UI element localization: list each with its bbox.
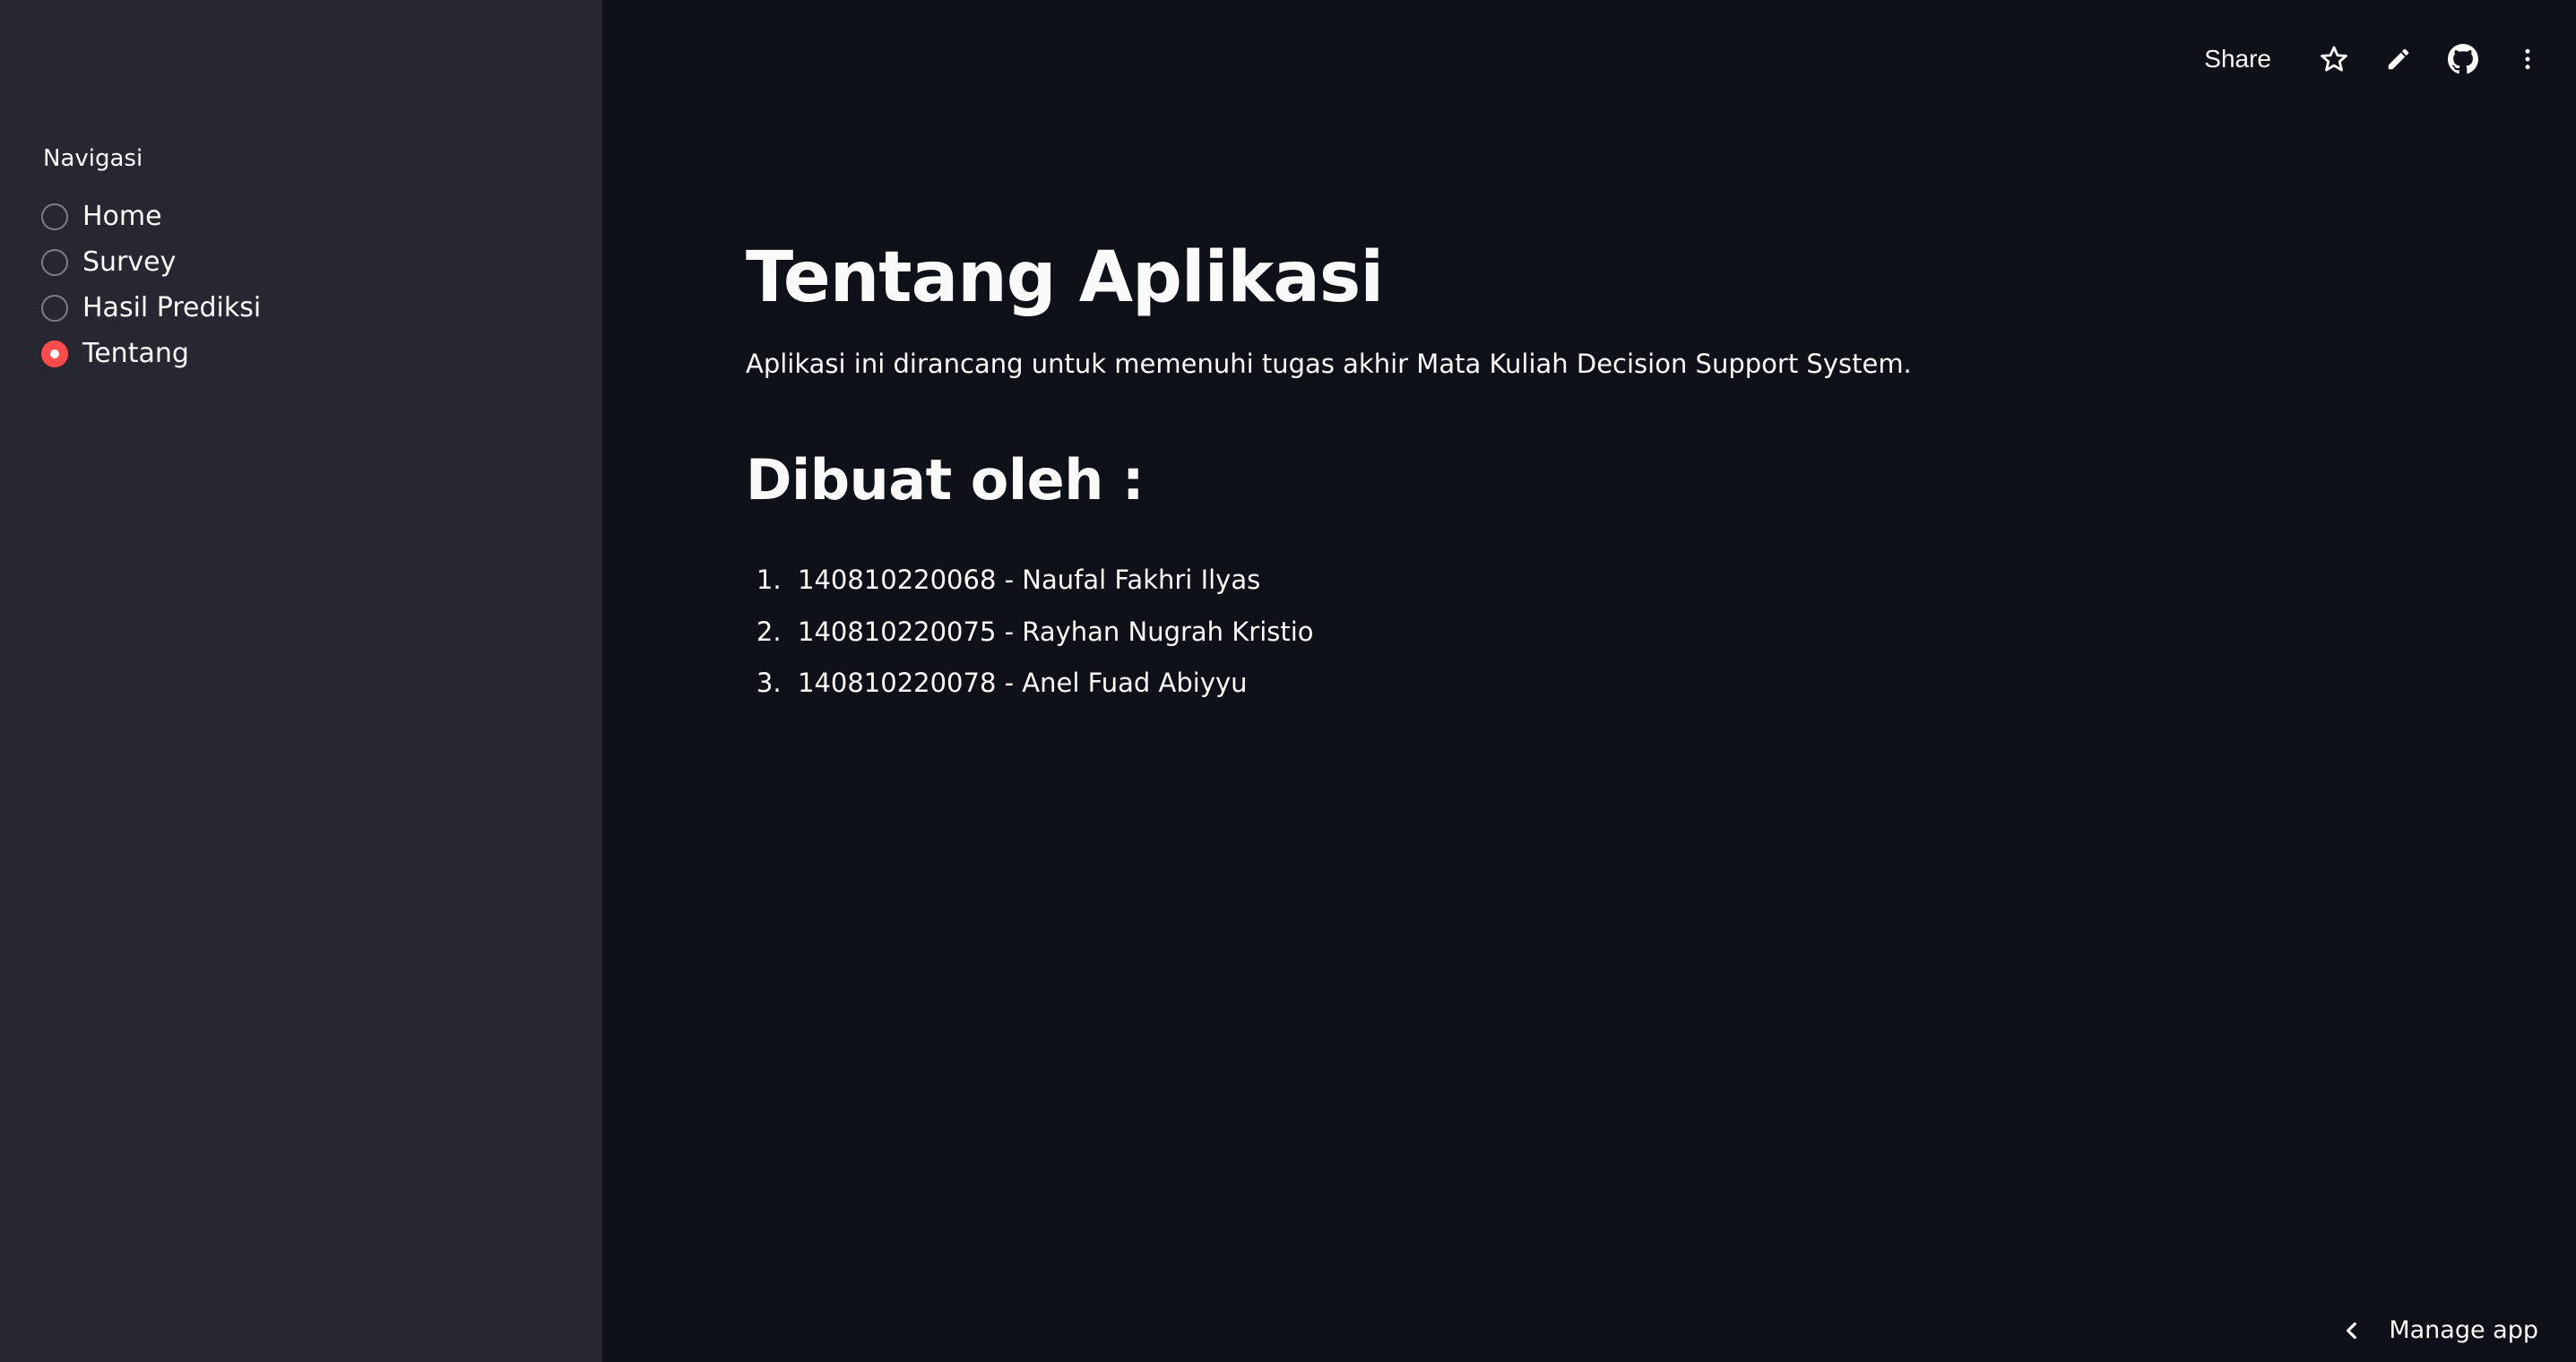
- radio-button-home[interactable]: [41, 203, 68, 230]
- pencil-icon[interactable]: [2375, 36, 2422, 82]
- radio-button-tentang-selected[interactable]: [41, 340, 68, 367]
- main-content: Tentang Aplikasi Aplikasi ini dirancang …: [746, 233, 2449, 717]
- list-number: 3.: [756, 668, 782, 699]
- authors-heading: Dibuat oleh :: [746, 447, 1145, 513]
- list-number: 1.: [756, 565, 782, 596]
- header-toolbar: Share: [2191, 36, 2551, 82]
- navigation-label: Navigasi: [43, 145, 143, 172]
- sidebar: Navigasi Home Survey Hasil Prediksi Tent…: [0, 0, 602, 1362]
- nav-option-label: Hasil Prediksi: [82, 291, 262, 323]
- nav-option-survey[interactable]: Survey: [41, 239, 261, 285]
- author-entry: 140810220078 - Anel Fuad Abiyyu: [798, 668, 1248, 699]
- page-title: Tentang Aplikasi: [746, 237, 1384, 318]
- radio-button-hasil-prediksi[interactable]: [41, 294, 68, 322]
- list-item: 1. 140810220068 - Naufal Fakhri Ilyas: [746, 562, 2449, 598]
- star-icon[interactable]: [2311, 36, 2357, 82]
- manage-app-label: Manage app: [2389, 1316, 2538, 1344]
- authors-list: 1. 140810220068 - Naufal Fakhri Ilyas 2.…: [746, 562, 2449, 701]
- share-button[interactable]: Share: [2191, 38, 2284, 81]
- nav-option-home[interactable]: Home: [41, 194, 261, 239]
- chevron-left-icon: [2340, 1319, 2364, 1342]
- manage-app-button[interactable]: Manage app: [2340, 1315, 2538, 1346]
- radio-button-survey[interactable]: [41, 248, 68, 276]
- nav-option-label: Home: [82, 200, 162, 232]
- author-entry: 140810220075 - Rayhan Nugrah Kristio: [798, 616, 1314, 647]
- github-icon[interactable]: [2440, 36, 2486, 82]
- list-item: 2. 140810220075 - Rayhan Nugrah Kristio: [746, 614, 2449, 650]
- author-entry: 140810220068 - Naufal Fakhri Ilyas: [798, 565, 1261, 596]
- kebab-menu-icon[interactable]: [2504, 36, 2551, 82]
- list-item: 3. 140810220078 - Anel Fuad Abiyyu: [746, 665, 2449, 701]
- app-root: Navigasi Home Survey Hasil Prediksi Tent…: [0, 0, 2576, 1362]
- nav-option-tentang[interactable]: Tentang: [41, 331, 261, 376]
- app-description: Aplikasi ini dirancang untuk memenuhi tu…: [746, 349, 1912, 379]
- navigation-radio-group: Home Survey Hasil Prediksi Tentang: [41, 194, 261, 376]
- list-number: 2.: [756, 616, 782, 647]
- nav-option-label: Survey: [82, 246, 177, 278]
- nav-option-hasil-prediksi[interactable]: Hasil Prediksi: [41, 285, 261, 331]
- nav-option-label: Tentang: [82, 337, 189, 369]
